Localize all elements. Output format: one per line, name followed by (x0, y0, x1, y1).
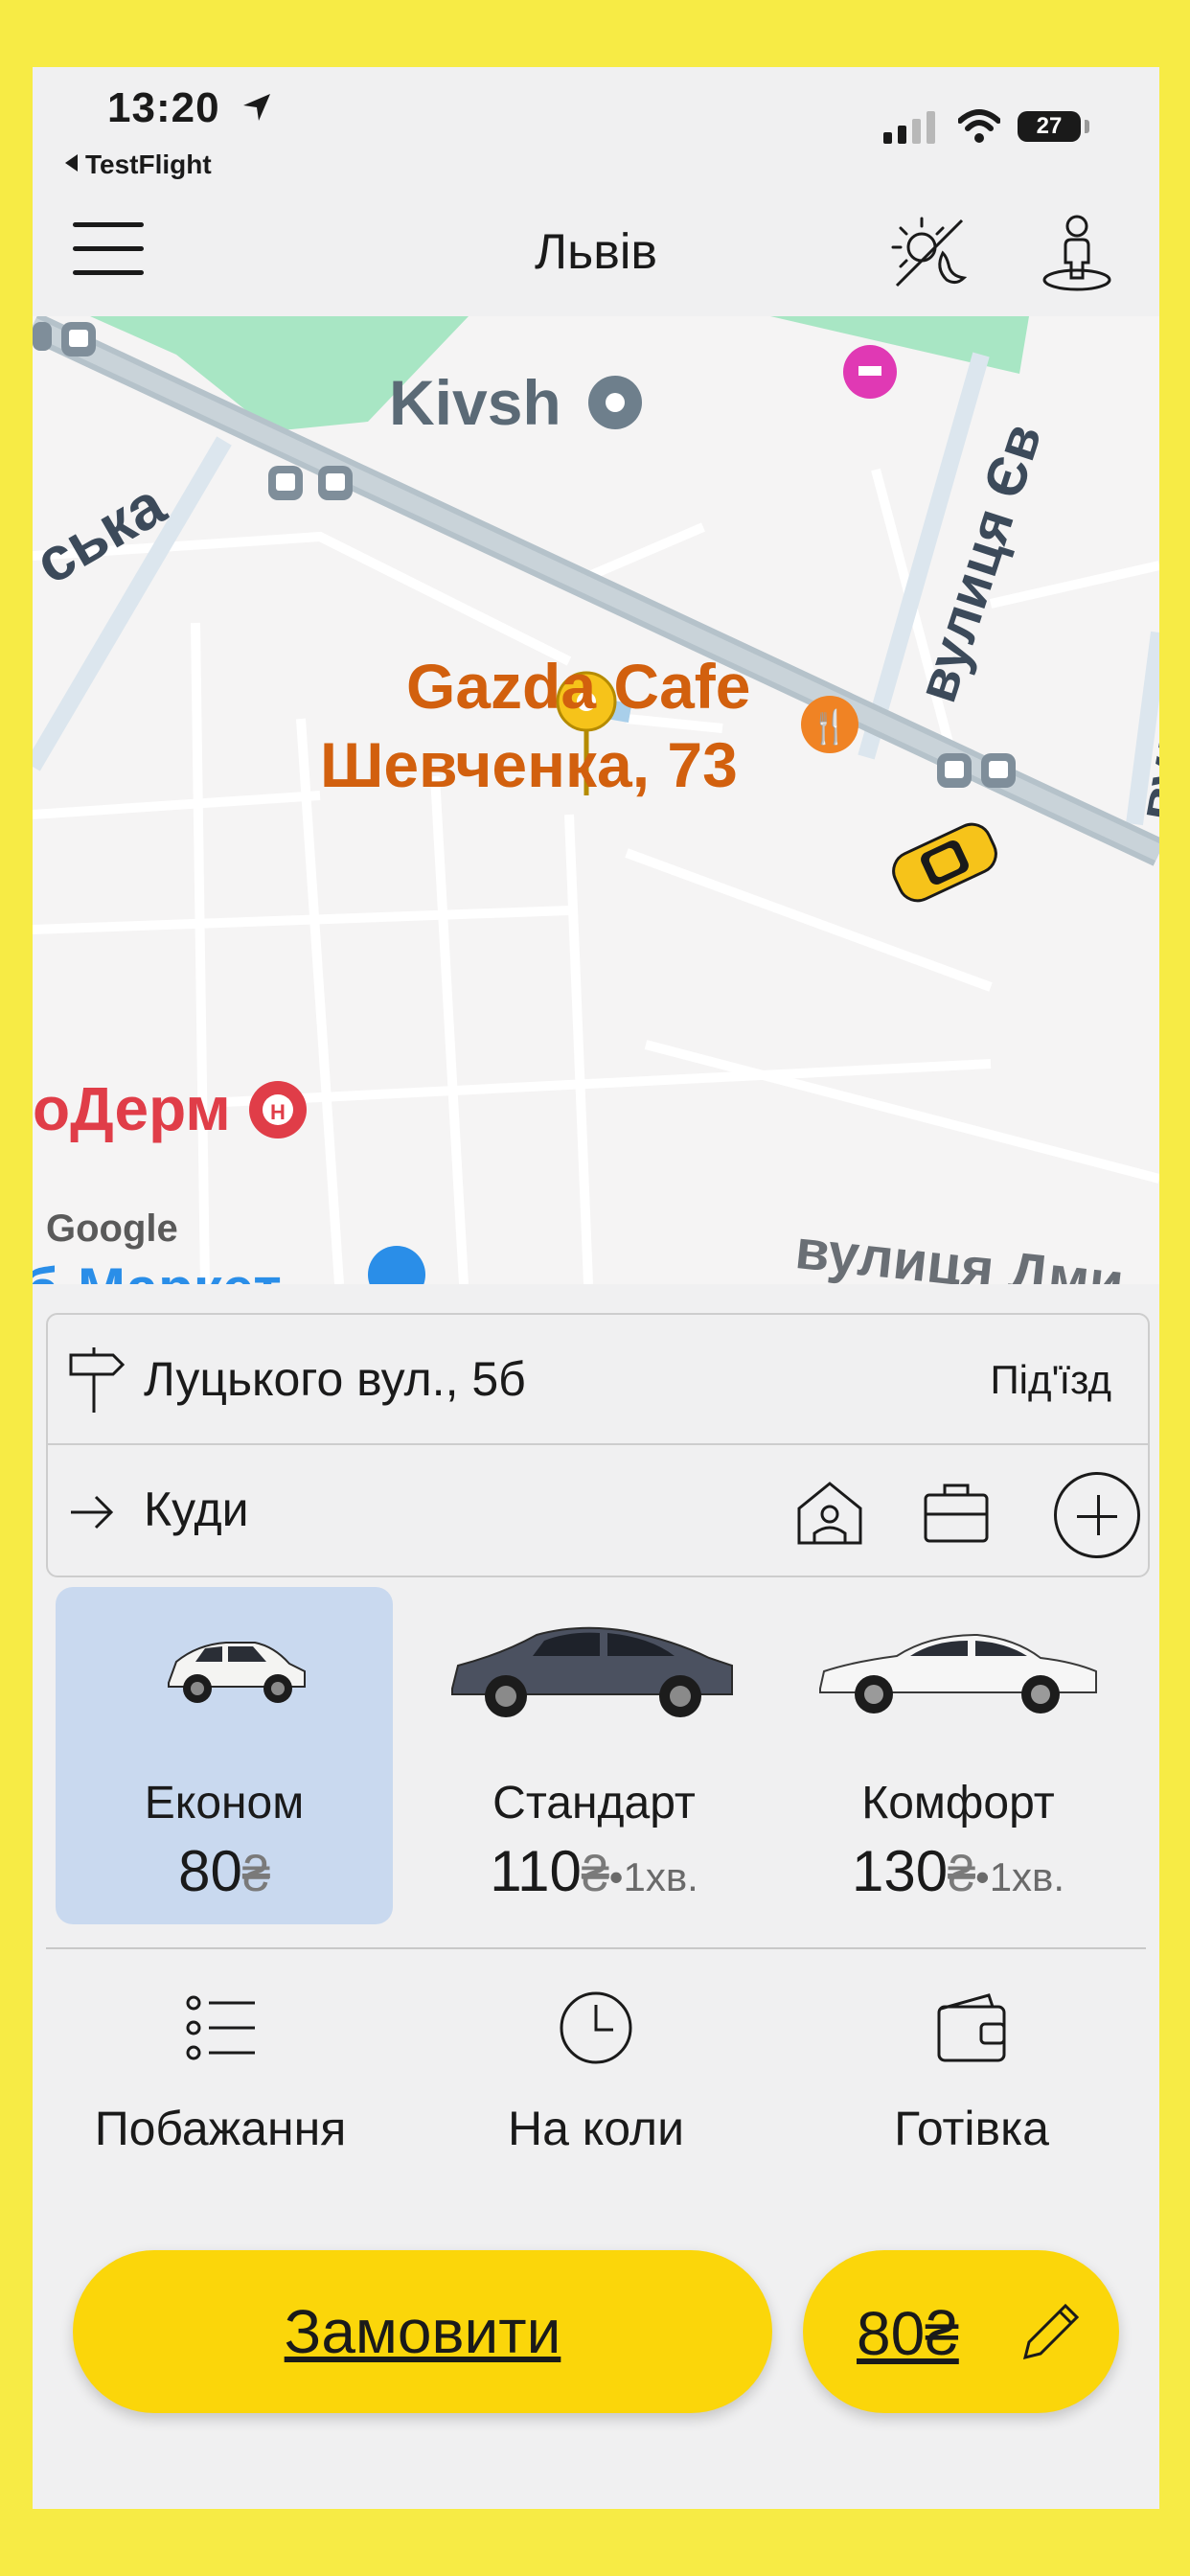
price-value: 80₴ (857, 2299, 959, 2368)
work-address-icon[interactable] (920, 1476, 993, 1549)
app-screen: 13:20 TestFlight 27 Львів 🍴 H Kivsh Gazd… (33, 67, 1159, 2509)
schedule-label: На коли (507, 2102, 685, 2155)
address-card: Луцького вул., 5б Під'їзд Куди (46, 1313, 1150, 1577)
clock-icon (560, 1991, 632, 2064)
map-label-cafe-address: Шевченка, 73 (320, 729, 738, 800)
car-standard-image (451, 1626, 733, 1717)
cellular-signal-icon (883, 111, 935, 144)
map-label-kivsh: Kivsh (389, 367, 561, 438)
battery-cap (1085, 120, 1089, 133)
map-view[interactable]: 🍴 H Kivsh Gazda Cafe Шевченка, 73 оДерм … (33, 316, 1159, 1284)
car-comfort-image (819, 1633, 1097, 1714)
pencil-icon (1022, 2303, 1080, 2360)
tariff-name: Стандарт (492, 1778, 696, 1828)
map-label-cafe-name: Gazda Cafe (406, 651, 751, 722)
tariff-standard[interactable]: Стандарт 110₴•1хв. (425, 1587, 763, 1924)
tariff-name: Комфорт (861, 1778, 1055, 1828)
payment-option[interactable]: Готівка (784, 1990, 1159, 2191)
destination-input[interactable]: Куди (144, 1482, 249, 1537)
payment-label: Готівка (894, 2102, 1049, 2155)
order-label: Замовити (284, 2297, 561, 2366)
wishes-option[interactable]: Побажання (33, 1990, 408, 2191)
tariff-price: 110₴•1хв. (490, 1839, 698, 1903)
tariff-name: Економ (144, 1778, 305, 1828)
car-econom-image (168, 1642, 306, 1703)
wifi-icon (958, 109, 1000, 143)
add-stop-icon[interactable] (1054, 1472, 1140, 1558)
svg-text:🍴: 🍴 (810, 708, 850, 747)
wishes-label: Побажання (94, 2102, 347, 2155)
signpost-icon (69, 1347, 126, 1413)
wallet-icon (937, 1993, 1006, 2062)
arrow-right-icon (71, 1495, 114, 1530)
address-divider (48, 1443, 1148, 1445)
order-button[interactable]: Замовити (73, 2250, 772, 2413)
status-time: 13:20 (107, 84, 220, 131)
map-label-market: б-Маркет (33, 1255, 282, 1284)
tariff-price: 80₴ (178, 1839, 270, 1903)
back-to-app[interactable]: TestFlight (65, 150, 212, 180)
svg-text:H: H (270, 1100, 286, 1124)
home-address-icon[interactable] (793, 1476, 866, 1549)
map-label-derm: оДерм (33, 1074, 231, 1143)
pickup-address[interactable]: Луцького вул., 5б (144, 1351, 526, 1407)
edit-price-button[interactable]: 80₴ (803, 2250, 1119, 2413)
tariff-comfort[interactable]: Комфорт 130₴•1хв. (790, 1587, 1127, 1924)
tariff-price: 130₴•1хв. (851, 1839, 1065, 1903)
entrance-button[interactable]: Під'їзд (990, 1357, 1111, 1403)
day-night-toggle-icon[interactable] (887, 211, 968, 291)
location-arrow-icon (243, 94, 270, 121)
schedule-option[interactable]: На коли (408, 1990, 784, 2191)
city-title: Львів (534, 224, 658, 280)
back-app-label: TestFlight (85, 150, 212, 179)
tariff-econom[interactable]: Економ 80₴ (56, 1587, 393, 1924)
divider (46, 1947, 1146, 1949)
google-logo: Google (46, 1208, 178, 1250)
battery-level: 27 (1018, 111, 1081, 142)
profile-icon[interactable] (1037, 211, 1117, 291)
list-icon (186, 1995, 255, 2060)
